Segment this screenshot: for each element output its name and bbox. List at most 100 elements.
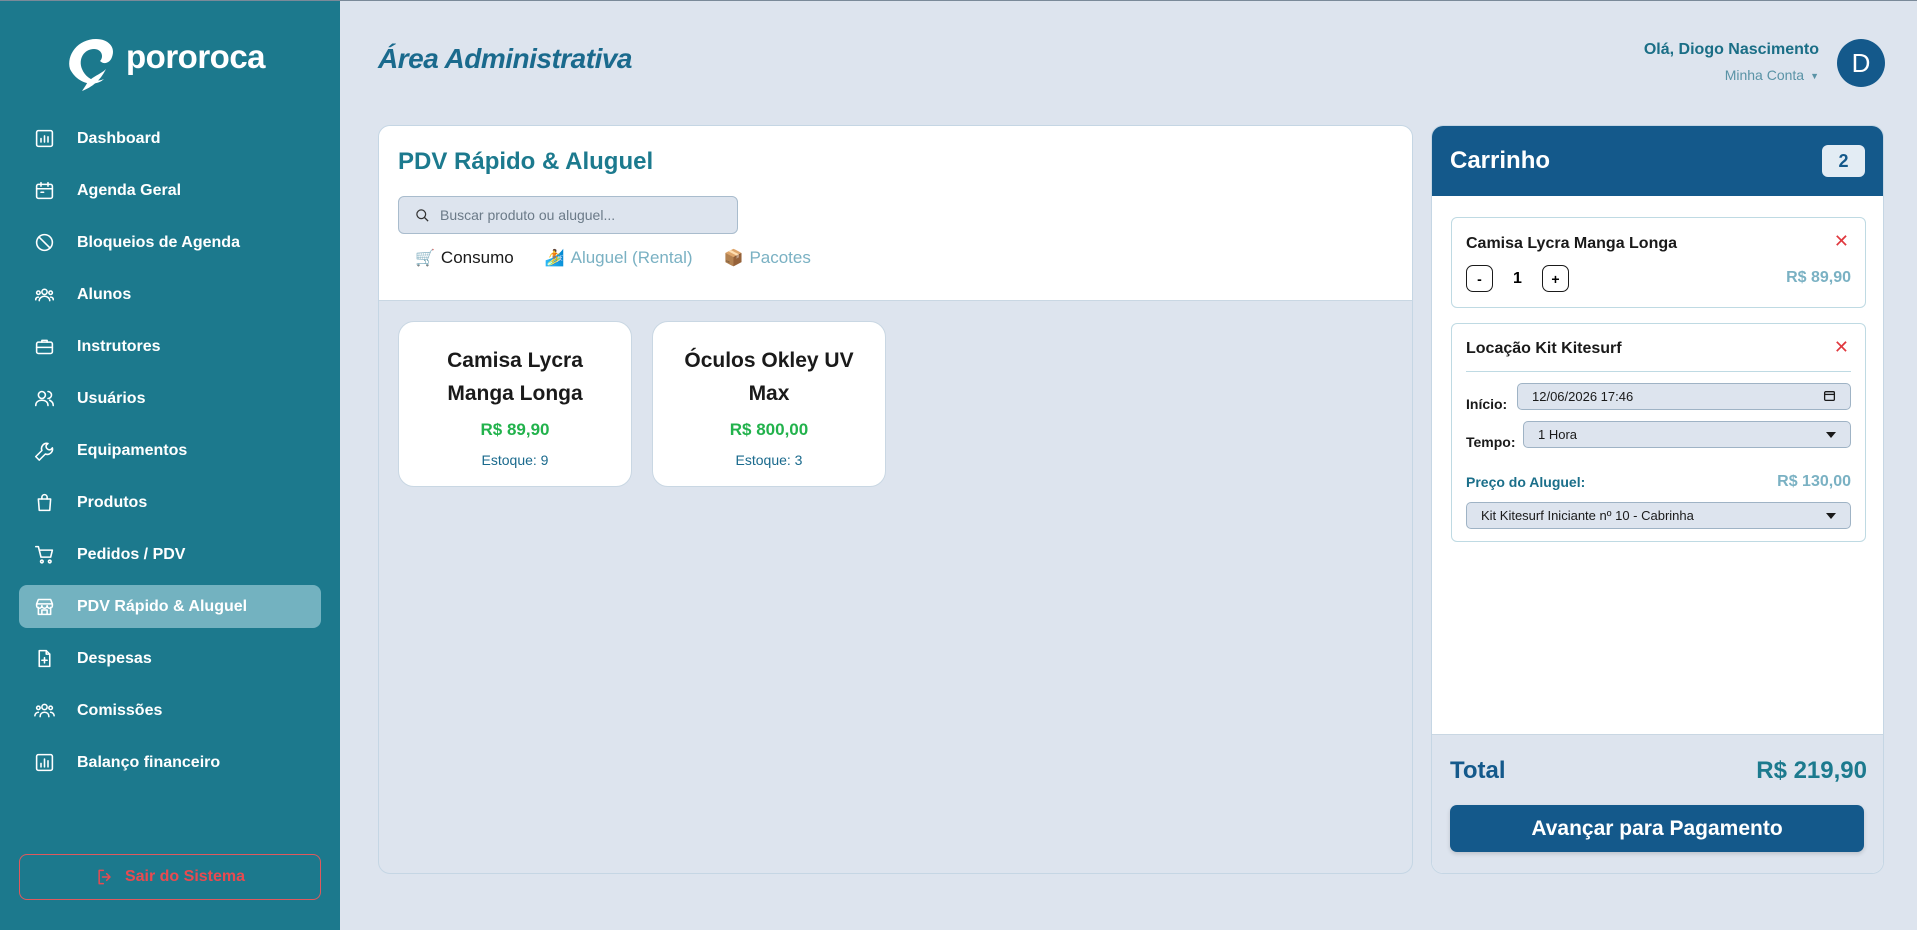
calendar-icon xyxy=(33,180,55,202)
product-stock: Estoque: 3 xyxy=(735,452,803,468)
cart-item-price: R$ 89,90 xyxy=(1786,269,1851,286)
total-label: Total xyxy=(1450,757,1506,784)
sidebar-item-bloqueios[interactable]: Bloqueios de Agenda xyxy=(19,221,321,264)
rental-price-row: Preço do Aluguel: R$ 130,00 xyxy=(1466,473,1851,490)
pos-panel: PDV Rápido & Aluguel 🛒 Consumo 🏄 Aluguel… xyxy=(378,125,1413,874)
my-account-dropdown[interactable]: Minha Conta ▼ xyxy=(1644,67,1819,83)
sidebar-item-despesas[interactable]: Despesas xyxy=(19,637,321,680)
quantity-stepper: - 1 + xyxy=(1466,265,1569,292)
product-price: R$ 800,00 xyxy=(729,420,809,439)
surfer-icon: 🏄 xyxy=(544,250,565,267)
chart-icon xyxy=(33,128,55,150)
sidebar-item-alunos[interactable]: Alunos xyxy=(19,273,321,316)
pos-tabs: 🛒 Consumo 🏄 Aluguel (Rental) 📦 Pacotes xyxy=(415,248,811,268)
product-card[interactable]: Camisa Lycra Manga Longa R$ 89,90 Estoqu… xyxy=(398,321,632,487)
sidebar-item-pedidos[interactable]: Pedidos / PDV xyxy=(19,533,321,576)
start-label: Início: xyxy=(1466,396,1508,412)
sidebar-item-label: Balanço financeiro xyxy=(77,753,221,771)
chevron-down-icon xyxy=(1826,512,1836,519)
tab-label: Aluguel (Rental) xyxy=(570,248,693,267)
sidebar-item-label: Pedidos / PDV xyxy=(77,545,186,563)
product-name: Óculos Okley UV Max xyxy=(684,349,854,405)
sidebar-item-label: Despesas xyxy=(77,649,152,667)
rental-price-value: R$ 130,00 xyxy=(1777,473,1851,490)
cart-header: Carrinho 2 xyxy=(1432,126,1883,196)
sidebar-item-label: Comissões xyxy=(77,701,163,719)
sidebar-item-agenda-geral[interactable]: Agenda Geral xyxy=(19,169,321,212)
user-menu: Olá, Diogo Nascimento Minha Conta ▼ xyxy=(1644,41,1819,83)
cart-count-badge: 2 xyxy=(1822,145,1865,177)
sidebar-item-usuarios[interactable]: Usuários xyxy=(19,377,321,420)
tab-pacotes[interactable]: 📦 Pacotes xyxy=(724,248,811,268)
package-icon: 📦 xyxy=(723,250,744,267)
students-icon xyxy=(33,284,55,306)
duration-field-row: Tempo: 1 Hora xyxy=(1466,421,1851,450)
cart-item-name: Locação Kit Kitesurf xyxy=(1466,340,1622,357)
start-datetime-value: 12/06/2026 17:46 xyxy=(1532,389,1634,404)
file-plus-icon xyxy=(33,648,55,670)
duration-select[interactable]: 1 Hora xyxy=(1523,421,1851,448)
start-field-row: Início: 12/06/2026 17:46 xyxy=(1466,383,1851,412)
product-stock: Estoque: 9 xyxy=(481,452,549,468)
sidebar-item-comissoes[interactable]: Comissões xyxy=(19,689,321,732)
sidebar: pororoca Dashboard Agenda Geral Bloqueio… xyxy=(0,1,340,930)
store-icon xyxy=(33,596,55,618)
sidebar-item-balanco[interactable]: Balanço financeiro xyxy=(19,741,321,784)
tab-label: Consumo xyxy=(440,248,514,267)
remove-item-button[interactable]: ✕ xyxy=(1834,338,1849,356)
equipment-value: Kit Kitesurf Iniciante nº 10 - Cabrinha xyxy=(1481,508,1694,523)
logout-button[interactable]: Sair do Sistema xyxy=(19,854,321,900)
chevron-down-icon xyxy=(1826,431,1836,438)
sidebar-item-label: Agenda Geral xyxy=(77,181,182,199)
equipment-select[interactable]: Kit Kitesurf Iniciante nº 10 - Cabrinha xyxy=(1466,502,1851,529)
sidebar-item-pdv-rapido[interactable]: PDV Rápido & Aluguel xyxy=(19,585,321,628)
cart-item-name: Camisa Lycra Manga Longa xyxy=(1466,235,1678,252)
sidebar-item-dashboard[interactable]: Dashboard xyxy=(19,117,321,160)
tab-consumo[interactable]: 🛒 Consumo xyxy=(415,248,514,268)
duration-label: Tempo: xyxy=(1466,434,1516,450)
cart-title: Carrinho xyxy=(1450,147,1551,174)
bag-icon xyxy=(33,492,55,514)
sidebar-item-label: Equipamentos xyxy=(77,441,188,459)
proceed-to-payment-button[interactable]: Avançar para Pagamento xyxy=(1450,805,1864,852)
sidebar-item-label: Alunos xyxy=(77,285,132,303)
sidebar-item-instrutores[interactable]: Instrutores xyxy=(19,325,321,368)
logout-icon xyxy=(98,869,111,885)
search-box[interactable] xyxy=(398,196,738,234)
sidebar-item-label: Bloqueios de Agenda xyxy=(77,233,240,251)
sidebar-item-equipamentos[interactable]: Equipamentos xyxy=(19,429,321,472)
start-datetime-input[interactable]: 12/06/2026 17:46 xyxy=(1517,383,1851,410)
wrench-icon xyxy=(33,440,55,462)
sidebar-item-label: Usuários xyxy=(77,389,146,407)
duration-value: 1 Hora xyxy=(1538,427,1578,442)
rental-price-label: Preço do Aluguel: xyxy=(1466,474,1586,490)
product-card[interactable]: Óculos Okley UV Max R$ 800,00 Estoque: 3 xyxy=(652,321,886,487)
brand-name: pororoca xyxy=(126,38,266,75)
tab-aluguel[interactable]: 🏄 Aluguel (Rental) xyxy=(545,248,693,268)
sidebar-item-label: Dashboard xyxy=(77,129,161,147)
decrease-quantity-button[interactable]: - xyxy=(1466,265,1493,292)
tab-label: Pacotes xyxy=(749,248,811,267)
sidebar-item-label: Instrutores xyxy=(77,337,161,355)
product-name: Camisa Lycra Manga Longa xyxy=(447,349,583,405)
increase-quantity-button[interactable]: + xyxy=(1542,265,1569,292)
logout-label: Sair do Sistema xyxy=(124,868,246,885)
divider xyxy=(1466,371,1851,372)
search-input[interactable] xyxy=(440,207,730,223)
briefcase-icon xyxy=(33,336,55,358)
page-title: Área Administrativa xyxy=(378,43,633,74)
pos-panel-header: PDV Rápido & Aluguel 🛒 Consumo 🏄 Aluguel… xyxy=(379,126,1412,301)
shopping-cart-icon: 🛒 xyxy=(415,250,435,267)
cart-item: Camisa Lycra Manga Longa ✕ - 1 + R$ 89,9… xyxy=(1451,217,1866,308)
avatar[interactable]: D xyxy=(1837,39,1885,87)
sidebar-item-produtos[interactable]: Produtos xyxy=(19,481,321,524)
calendar-icon xyxy=(1823,389,1836,405)
sidebar-item-label: PDV Rápido & Aluguel xyxy=(77,597,248,615)
cart-item-rental: Locação Kit Kitesurf ✕ Início: 12/06/202… xyxy=(1451,323,1866,542)
remove-item-button[interactable]: ✕ xyxy=(1834,232,1849,250)
group-icon xyxy=(33,700,55,722)
user-greeting: Olá, Diogo Nascimento xyxy=(1643,41,1819,58)
cart-panel: Carrinho 2 Camisa Lycra Manga Longa ✕ - … xyxy=(1431,125,1884,874)
users-icon xyxy=(33,388,55,410)
brand-logo[interactable]: pororoca xyxy=(60,31,266,91)
